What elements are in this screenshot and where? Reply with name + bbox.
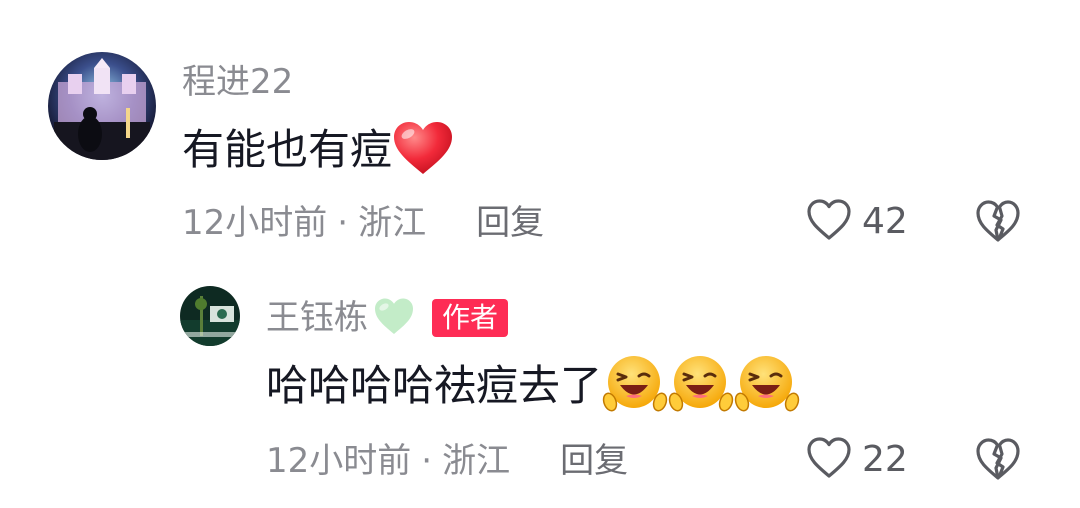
comment-meta: 12小时前 · 浙江 回复 [182,200,544,246]
reply-button[interactable]: 回复 [476,200,544,246]
comment-text-row: 哈哈哈哈祛痘去了 [266,354,800,418]
reply-item[interactable]: 王钰栋 作者 哈哈哈哈祛痘去了 12小时前 · 浙江 回复 22 [0,270,1080,508]
like-count: 42 [862,201,908,242]
broken-heart-icon[interactable] [974,436,1022,486]
like-button[interactable]: 42 [806,198,908,246]
reply-button[interactable]: 回复 [560,438,628,484]
comment-item[interactable]: 程进22 有能也有痘 12小时前 · 浙江 回复 42 [0,0,1080,260]
laughing-emoji [602,354,668,418]
comment-text-row: 有能也有痘 [182,118,454,182]
username[interactable]: 程进22 [182,60,293,104]
broken-heart-icon[interactable] [974,198,1022,248]
green-heart-emoji [372,296,416,340]
comment-text: 哈哈哈哈祛痘去了 [266,361,603,410]
author-badge: 作者 [432,299,509,337]
like-button[interactable]: 22 [806,436,908,484]
meta-separator: · [421,441,433,481]
heart-outline-icon[interactable] [806,436,852,484]
username-row: 王钰栋 作者 [266,296,509,340]
avatar[interactable] [48,52,156,160]
red-heart-emoji [392,120,454,180]
comment-time: 12小时前 [266,441,412,481]
username[interactable]: 王钰栋 [266,296,368,340]
laughing-emoji [734,354,800,418]
comment-meta: 12小时前 · 浙江 回复 [266,438,628,484]
laughing-emoji [668,354,734,418]
avatar-image [180,286,240,346]
comment-text: 有能也有痘 [182,125,393,174]
avatar-image [48,52,156,160]
heart-outline-icon[interactable] [806,198,852,246]
comment-location: 浙江 [442,441,511,481]
comment-location: 浙江 [358,203,427,243]
like-count: 22 [862,439,908,480]
meta-separator: · [337,203,349,243]
avatar[interactable] [180,286,240,346]
comment-time: 12小时前 [182,203,328,243]
